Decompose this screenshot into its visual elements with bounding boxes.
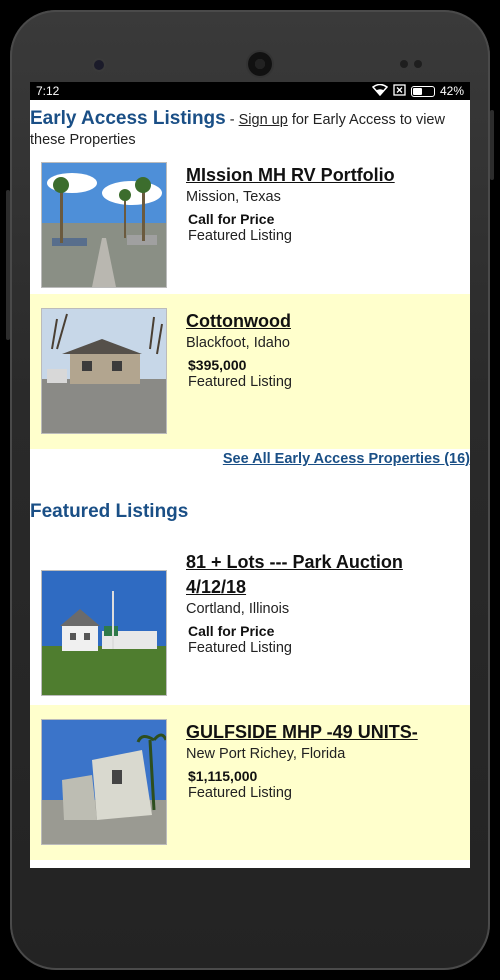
see-all-early-access-link[interactable]: See All Early Access Properties (16) — [30, 449, 470, 471]
listing-title[interactable]: Cottonwood — [186, 309, 292, 334]
listing-card[interactable]: GULFSIDE MHP -49 UNITS- New Port Richey,… — [30, 705, 470, 860]
earpiece-speaker-icon — [248, 52, 272, 76]
listing-tag: Featured Listing — [188, 374, 292, 390]
listing-location: New Port Richey, Florida — [186, 746, 346, 762]
early-access-title: Early Access Listings — [30, 108, 226, 129]
listing-location: Mission, Texas — [186, 189, 281, 205]
battery-percent: 42% — [439, 84, 464, 98]
listing-price: $395,000 — [188, 357, 247, 373]
listing-tag: Featured Listing — [188, 228, 292, 244]
listing-photo[interactable] — [41, 719, 167, 845]
listing-title[interactable]: MIssion MH RV Portfolio — [186, 163, 395, 188]
listing-price: Call for Price — [188, 623, 275, 639]
listing-photo[interactable] — [41, 570, 167, 696]
front-camera-icon — [94, 60, 104, 70]
listing-title[interactable]: 81 + Lots --- Park Auction 4/12/18 — [186, 550, 426, 600]
listing-tag: Featured Listing — [188, 640, 292, 656]
listing-location: Cortland, Illinois — [186, 601, 290, 617]
listing-card[interactable]: 81 + Lots --- Park Auction 4/12/18 Cortl… — [30, 545, 470, 703]
signup-link[interactable]: Sign up — [239, 112, 288, 128]
early-access-separator: - — [225, 112, 239, 128]
listing-price: Call for Price — [188, 211, 275, 227]
volume-button — [6, 190, 10, 340]
listing-location: Blackfoot, Idaho — [186, 335, 290, 351]
listing-photo[interactable] — [41, 162, 167, 288]
status-time: 7:12 — [36, 84, 60, 98]
sensor-icon — [400, 60, 408, 68]
featured-listings-title: Featured Listings — [30, 501, 189, 522]
listing-photo[interactable] — [41, 308, 167, 434]
listing-price: $1,115,000 — [188, 768, 258, 784]
screen: 7:12 42% Early Access Listings - Sign up… — [30, 82, 470, 868]
wifi-icon — [371, 83, 389, 99]
listing-tag: Featured Listing — [188, 785, 292, 801]
listing-card[interactable]: Cottonwood Blackfoot, Idaho $395,000 Fea… — [30, 294, 470, 449]
power-button — [490, 110, 494, 180]
listing-card[interactable]: MIssion MH RV Portfolio Mission, Texas C… — [30, 154, 470, 288]
battery-icon — [410, 85, 435, 97]
status-bar: 7:12 42% — [30, 82, 470, 100]
listing-title[interactable]: GULFSIDE MHP -49 UNITS- — [186, 720, 418, 745]
no-sim-icon — [393, 83, 406, 99]
sensor-icon — [414, 60, 422, 68]
early-access-header: Early Access Listings - Sign up for Earl… — [30, 100, 470, 150]
